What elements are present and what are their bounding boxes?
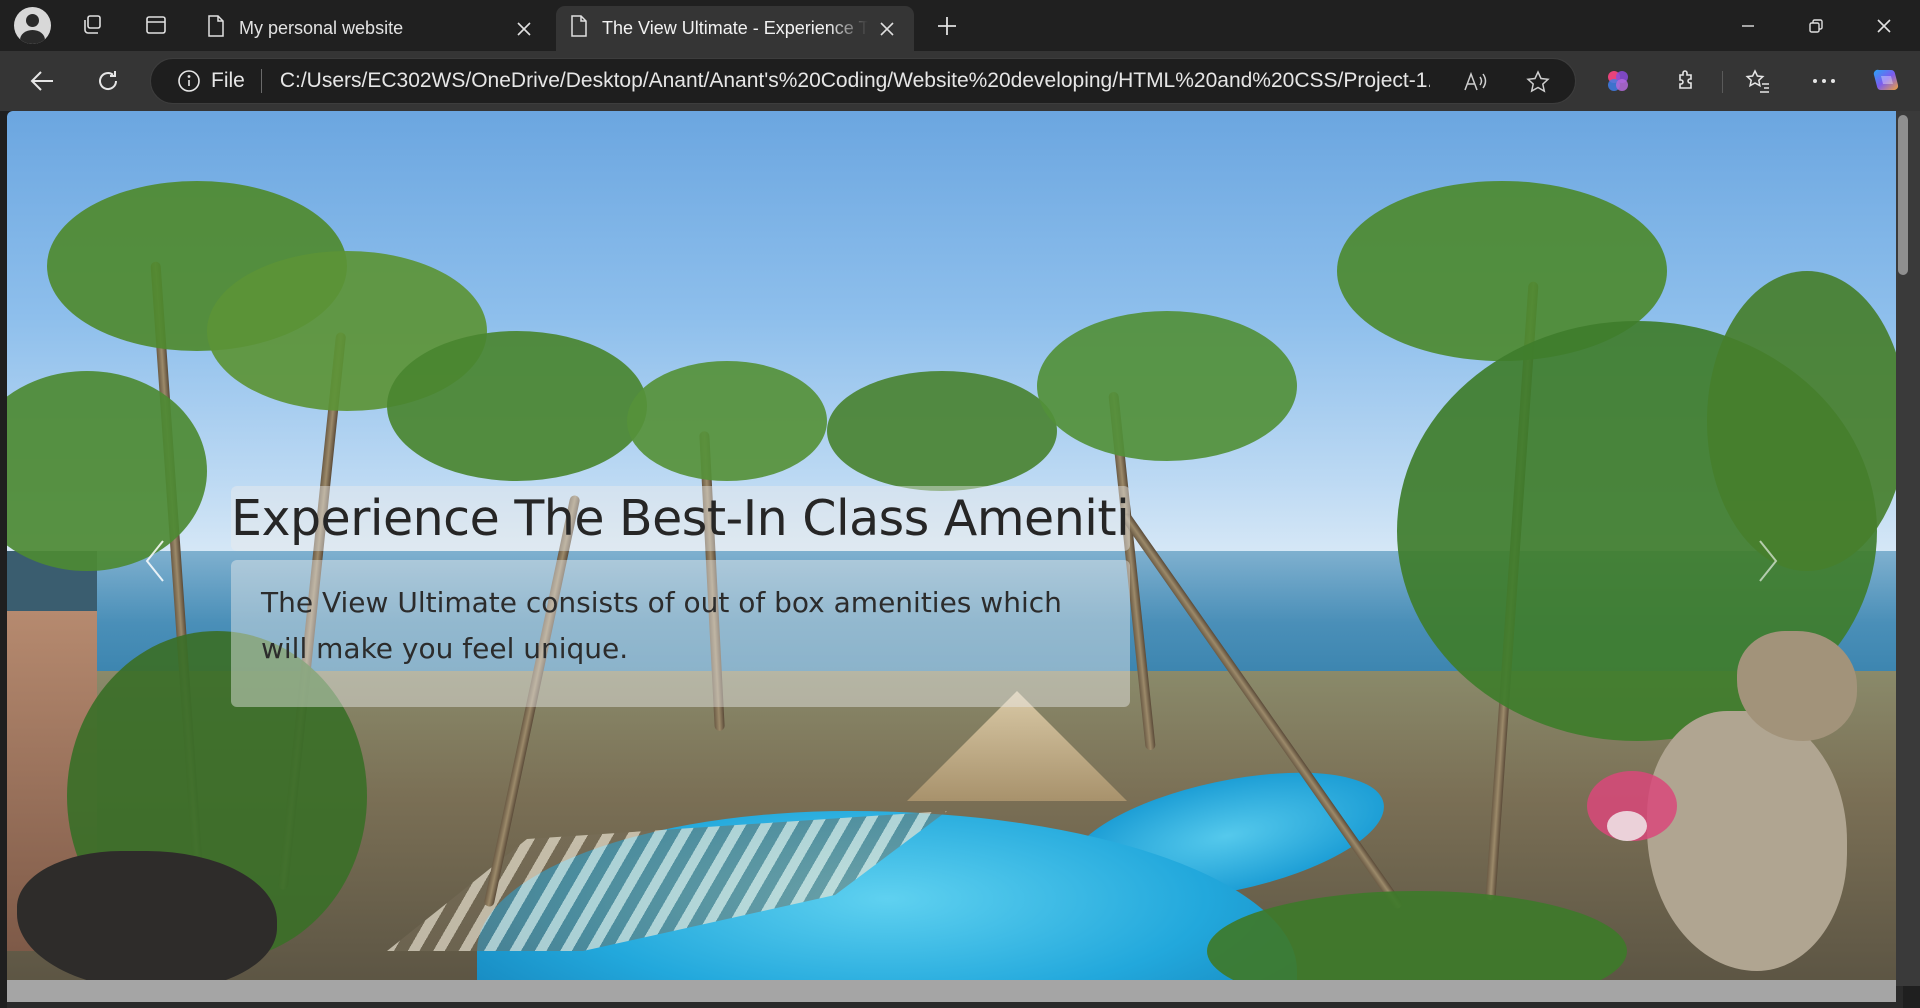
tab-actions-icon[interactable]	[136, 7, 176, 43]
close-tab-icon[interactable]	[874, 16, 900, 42]
divider	[260, 69, 262, 93]
page-viewport: Experience The Best-In Class Amenities T…	[7, 111, 1903, 986]
more-menu-icon[interactable]	[1804, 61, 1844, 101]
extension-colorful-icon[interactable]	[1598, 61, 1638, 101]
tab-my-personal-website[interactable]: My personal website	[193, 6, 551, 51]
favorites-icon[interactable]	[1738, 61, 1778, 101]
close-window-button[interactable]	[1850, 0, 1918, 51]
browser-toolbar: File C:/Users/EC302WS/OneDrive/Desktop/A…	[0, 51, 1920, 111]
carousel-caption-text: The View Ultimate consists of out of box…	[231, 560, 1130, 707]
carousel-caption-title: Experience The Best-In Class Amenities	[231, 486, 1130, 551]
profile-avatar[interactable]	[14, 7, 51, 44]
address-bar[interactable]: File C:/Users/EC302WS/OneDrive/Desktop/A…	[150, 58, 1576, 104]
minimize-button[interactable]	[1714, 0, 1782, 51]
extensions-puzzle-icon[interactable]	[1666, 61, 1706, 101]
refresh-button[interactable]	[88, 61, 128, 101]
toolbar-divider	[1722, 71, 1723, 93]
close-tab-icon[interactable]	[511, 16, 537, 42]
url-text[interactable]: C:/Users/EC302WS/OneDrive/Desktop/Anant/…	[280, 69, 1430, 93]
tab-title: The View Ultimate - Experience The Best-…	[602, 18, 868, 38]
vertical-scroll-thumb[interactable]	[1898, 115, 1908, 275]
restore-button[interactable]	[1782, 0, 1850, 51]
carousel-next-button[interactable]	[1748, 531, 1788, 591]
horizontal-scroll-thumb[interactable]	[7, 980, 1896, 1002]
carousel-previous-button[interactable]	[135, 531, 175, 591]
read-aloud-icon[interactable]	[1461, 67, 1491, 97]
scheme-label: File	[211, 69, 245, 92]
tab-the-view-ultimate[interactable]: The View Ultimate - Experience The Best-…	[556, 6, 914, 51]
workspaces-icon[interactable]	[72, 7, 112, 43]
site-info-icon[interactable]	[175, 67, 203, 95]
back-button[interactable]	[22, 61, 62, 101]
copilot-icon[interactable]	[1866, 61, 1906, 101]
new-tab-button[interactable]	[928, 8, 966, 44]
page-icon	[207, 15, 225, 42]
favorite-star-icon[interactable]	[1523, 67, 1553, 97]
tab-title: My personal website	[239, 18, 404, 38]
tab-strip: My personal website The View Ultimate - …	[0, 0, 1920, 51]
page-icon	[570, 15, 588, 42]
